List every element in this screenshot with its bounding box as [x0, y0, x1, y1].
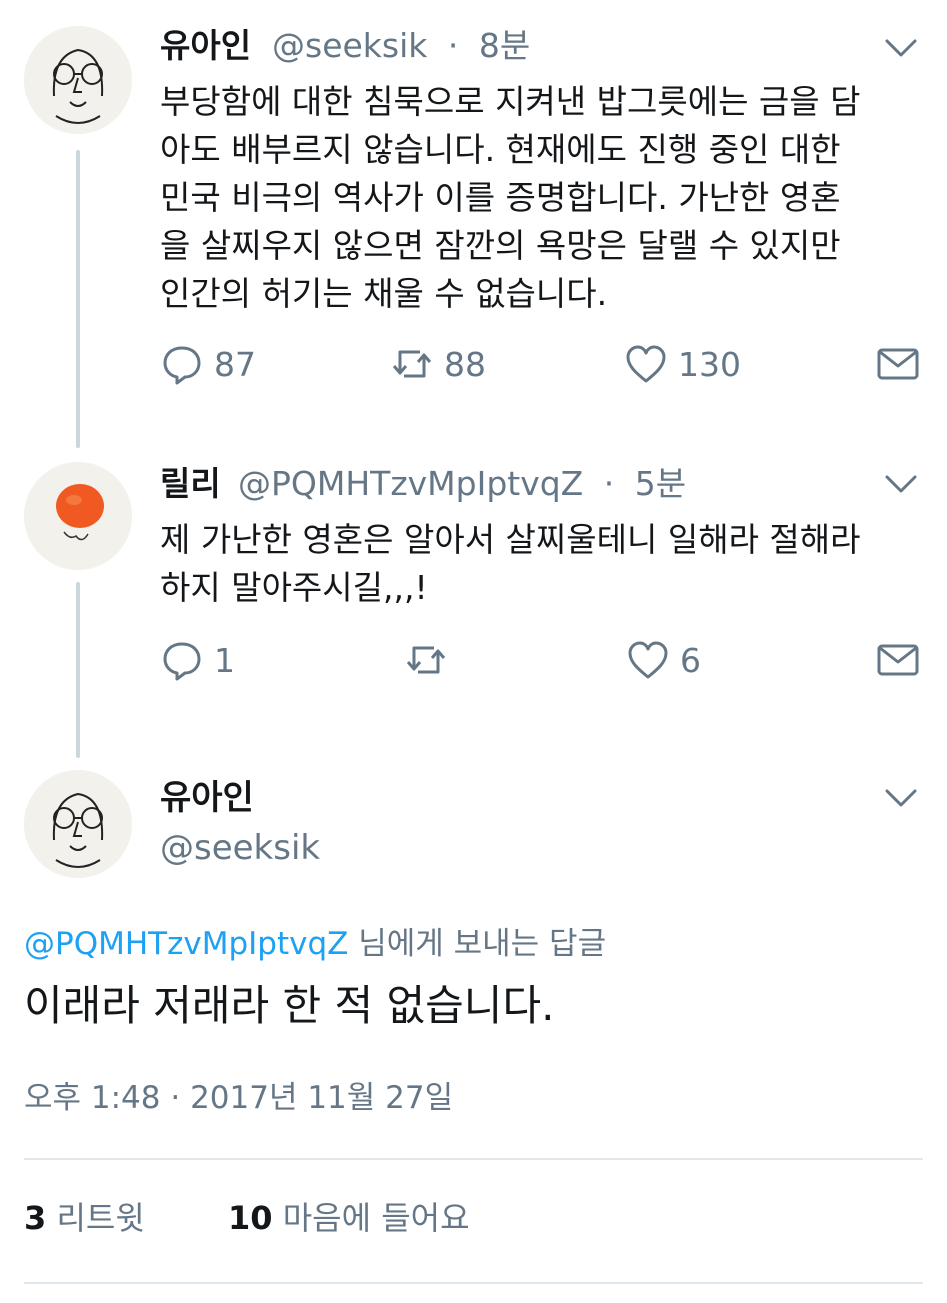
reply-to-suffix: 님에게 보내는 답글: [348, 926, 607, 962]
like-stat-label: 마음에 들어요: [272, 1199, 470, 1237]
handle-text[interactable]: @PQMHTzvMpIptvqZ: [238, 464, 583, 503]
author-handle[interactable]: @seeksik: [160, 828, 320, 868]
author-name[interactable]: 릴리: [160, 464, 221, 504]
retweet-icon: [392, 350, 432, 378]
separator: ·: [603, 464, 615, 503]
like-icon: [626, 345, 666, 383]
message-button[interactable]: [876, 638, 930, 682]
divider: [24, 1282, 923, 1284]
separator: ·: [447, 26, 459, 65]
tweet-text-line: 부당함에 대한 침묵으로 지켜낸 밥그릇에는 금을 담: [160, 82, 861, 121]
author-handle[interactable]: @PQMHTzvMpIptvqZ · 5분: [238, 464, 686, 504]
reply-count: 87: [214, 344, 256, 384]
reply-icon: [163, 346, 201, 385]
tweet-text-line: 민국 비극의 역사가 이를 증명합니다. 가난한 영혼: [160, 178, 841, 217]
message-icon: [877, 644, 919, 676]
message-button[interactable]: [876, 342, 930, 386]
retweet-stat[interactable]: 3 리트윗: [24, 1198, 145, 1238]
timestamp[interactable]: 오후 1:48 · 2017년 11월 27일: [24, 1078, 453, 1118]
avatar[interactable]: [24, 26, 132, 134]
reply-count: 1: [214, 640, 235, 680]
retweet-stat-label: 리트윗: [46, 1199, 145, 1237]
chevron-down-icon[interactable]: [883, 472, 919, 496]
reply-button[interactable]: 87: [160, 342, 256, 386]
retweet-icon: [406, 646, 446, 674]
avatar[interactable]: [24, 770, 132, 878]
retweet-button[interactable]: 88: [390, 342, 486, 386]
author-name[interactable]: 유아인: [160, 778, 254, 818]
tweet-text: 제 가난한 영혼은 알아서 살찌울테니 일해라 절해라 하지 말아주시길,,,!: [160, 516, 861, 612]
thread-line: [76, 150, 80, 448]
reply-icon: [163, 642, 201, 681]
divider: [24, 1158, 923, 1160]
reply-to-line: @PQMHTzvMpIptvqZ 님에게 보내는 답글: [24, 924, 606, 964]
tweet-text-line: 을 살찌우지 않으면 잠깐의 욕망은 달랠 수 있지만: [160, 226, 841, 265]
thread-line: [76, 582, 80, 758]
main-tweet-text: 이래라 저래라 한 적 없습니다.: [24, 981, 555, 1030]
like-count: 6: [680, 640, 701, 680]
tweet-text-line: 아도 배부르지 않습니다. 현재에도 진행 중인 대한: [160, 130, 841, 169]
like-count: 130: [678, 344, 741, 384]
tweet-time[interactable]: 8분: [479, 26, 530, 65]
handle-text[interactable]: @seeksik: [272, 26, 427, 65]
like-stat[interactable]: 10 마음에 들어요: [228, 1198, 470, 1238]
author-handle[interactable]: @seeksik · 8분: [272, 26, 530, 66]
avatar[interactable]: [24, 462, 132, 570]
tweet-time[interactable]: 5분: [635, 464, 686, 503]
reply-to-handle[interactable]: @PQMHTzvMpIptvqZ: [24, 926, 348, 962]
like-icon: [628, 641, 668, 679]
like-stat-count: 10: [228, 1199, 273, 1237]
tweet-text-line: 제 가난한 영혼은 알아서 살찌울테니 일해라 절해라: [160, 520, 861, 559]
tweet-text-line: 하지 말아주시길,,,!: [160, 568, 428, 607]
like-button[interactable]: 6: [626, 638, 701, 682]
message-icon: [877, 348, 919, 380]
reply-button[interactable]: 1: [160, 638, 235, 682]
retweet-count: 88: [444, 344, 486, 384]
chevron-down-icon[interactable]: [883, 36, 919, 60]
tweet-text-line: 인간의 허기는 채울 수 없습니다.: [160, 274, 608, 313]
author-name[interactable]: 유아인: [160, 26, 251, 66]
tweet-text: 부당함에 대한 침묵으로 지켜낸 밥그릇에는 금을 담 아도 배부르지 않습니다…: [160, 78, 861, 318]
retweet-stat-count: 3: [24, 1199, 47, 1237]
chevron-down-icon[interactable]: [883, 786, 919, 810]
like-button[interactable]: 130: [624, 342, 741, 386]
retweet-button[interactable]: [404, 638, 458, 682]
